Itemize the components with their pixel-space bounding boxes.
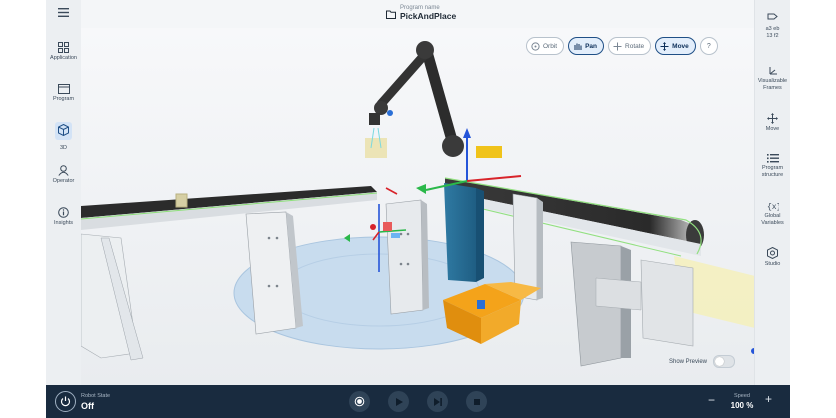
variables-icon: {x} (767, 203, 779, 211)
show-preview-toggle[interactable] (713, 355, 736, 368)
menu-button[interactable] (46, 8, 81, 19)
folder-icon (57, 84, 70, 94)
sidebar-item-global-variables[interactable]: {x} Global Variables (755, 201, 790, 226)
studio-icon (767, 247, 778, 259)
app-window: Application Program 3D Operator Insights… (46, 0, 790, 418)
sidebar-item-label: Move (765, 126, 780, 132)
program-name: PickAndPlace (400, 11, 457, 21)
speed-decrease-button[interactable]: − (708, 393, 715, 407)
move-icon (767, 113, 778, 124)
pan-label: Pan (585, 42, 598, 50)
list-icon (766, 154, 779, 163)
left-sidebar: Application Program 3D Operator Insights (46, 0, 82, 385)
yellow-box-on-belt (476, 146, 502, 158)
step-forward-icon (433, 397, 442, 406)
sidebar-item-label: Visualizable Frames (757, 78, 788, 91)
person-icon (58, 165, 69, 176)
view-controls: Orbit Pan Rotate Move ? (526, 37, 718, 55)
robot-tag-icon (767, 13, 778, 20)
top-bar: Program name PickAndPlace (81, 0, 755, 28)
show-preview-control: Show Preview (669, 355, 736, 368)
rotate-button[interactable]: Rotate (608, 37, 652, 55)
help-button[interactable]: ? (699, 37, 718, 55)
right-sidebar: a3 eb 13 f2 Visualizable Frames Move Pro… (754, 0, 790, 385)
folder-open-icon (386, 10, 396, 19)
sidebar-item-label: Application (50, 55, 77, 61)
conveyor-part (175, 193, 188, 208)
sidebar-item-label: Operator (52, 178, 75, 184)
show-preview-label: Show Preview (669, 358, 708, 365)
stop-button[interactable] (466, 391, 487, 412)
power-button[interactable] (55, 391, 76, 412)
toggle-knob (715, 357, 725, 366)
robot-state-value: Off (81, 401, 94, 411)
orbit-button[interactable]: Orbit (526, 37, 565, 55)
robot-state-label: Robot State (81, 393, 111, 399)
sidebar-item-program[interactable]: Program (46, 84, 81, 103)
info-icon (58, 207, 69, 218)
speed-increase-button[interactable]: + (765, 392, 772, 406)
3d-viewport[interactable] (80, 28, 790, 385)
program-name-block[interactable]: Program name PickAndPlace (386, 5, 456, 21)
sidebar-item-label: Studio (764, 261, 781, 267)
move-label: Move (672, 42, 689, 50)
sidebar-item-program-structure[interactable]: Program structure (755, 153, 790, 178)
robot-gripper (369, 113, 380, 125)
rotate-label: Rotate (625, 42, 645, 50)
play-button[interactable] (388, 391, 409, 412)
record-icon (354, 396, 365, 407)
play-icon (395, 397, 403, 406)
orbit-icon (531, 41, 540, 51)
sidebar-item-move[interactable]: Move (755, 113, 790, 133)
active-indicator (55, 122, 72, 140)
speed-value: 100 % (730, 401, 754, 410)
orbit-label: Orbit (543, 42, 558, 50)
sidebar-item-application[interactable]: Application (46, 42, 81, 62)
power-icon (60, 396, 71, 407)
sidebar-item-label: Insights (54, 220, 73, 226)
rotate-icon (613, 42, 622, 50)
cube-icon (58, 124, 69, 136)
robot-pedestal (444, 183, 476, 282)
hamburger-icon (58, 8, 69, 17)
robot-status-item[interactable]: a3 eb 13 f2 (755, 12, 790, 39)
record-button[interactable] (349, 391, 370, 412)
sidebar-item-studio[interactable]: Studio (755, 247, 790, 268)
sidebar-item-visualizable-frames[interactable]: Visualizable Frames (755, 66, 790, 91)
move-arrows-icon (660, 41, 669, 51)
sidebar-item-label: 3D (59, 145, 68, 151)
target-ghost (365, 138, 387, 158)
sidebar-item-3d[interactable]: 3D (46, 122, 81, 152)
hand-icon (574, 43, 582, 50)
sidebar-item-operator[interactable]: Operator (46, 165, 81, 185)
pan-button[interactable]: Pan (568, 37, 605, 55)
speed-label: Speed (734, 393, 750, 399)
sidebar-item-insights[interactable]: Insights (46, 207, 81, 227)
sidebar-item-label: Program (52, 96, 75, 102)
frames-icon (769, 67, 777, 75)
scene-render (80, 28, 790, 385)
bottom-bar: Robot State Off − Speed 100 % + (46, 385, 790, 418)
move-button[interactable]: Move (655, 37, 696, 55)
sidebar-item-label: Global Variables (761, 213, 784, 226)
sidebar-item-label: Program structure (761, 165, 784, 178)
grid-icon (58, 42, 69, 53)
stop-icon (473, 398, 480, 405)
svg-text:{x}: {x} (767, 203, 779, 211)
step-button[interactable] (427, 391, 448, 412)
status-line-2: 13 f2 (766, 32, 779, 39)
